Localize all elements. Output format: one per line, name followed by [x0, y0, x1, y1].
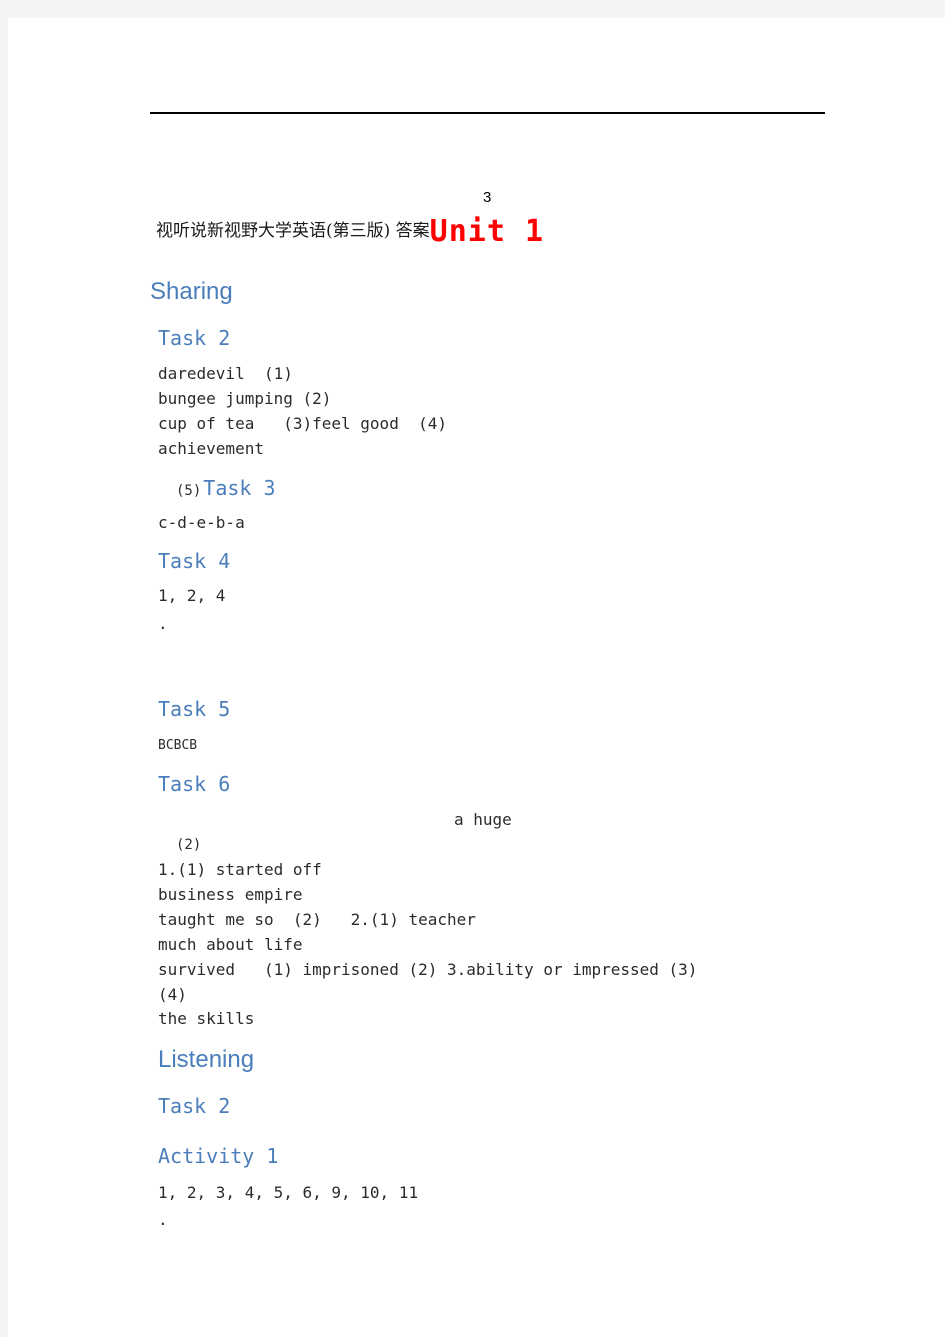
answer-line: achievement — [158, 439, 264, 458]
answer-line: . — [158, 1210, 168, 1229]
answer-line: a huge — [454, 810, 512, 829]
answer-line: taught me so (2) 2.(1) teacher — [158, 910, 476, 929]
answer-number-5: (5) — [176, 483, 202, 499]
answer-line: . — [158, 614, 168, 633]
answer-line: the skills — [158, 1009, 255, 1028]
answer-line: survived (1) imprisoned (2) 3.ability or… — [158, 960, 698, 979]
answer-line: much about life — [158, 935, 303, 954]
document-title-chinese: 视听说新视野大学英语(第三版) 答案 — [156, 221, 430, 241]
document-page: 3 视听说新视野大学英语(第三版) 答案Unit 1 Sharing Task … — [8, 18, 945, 1337]
answer-line: (4) — [158, 985, 187, 1004]
task-heading-task-3-row: (5) Task 3 — [176, 476, 276, 500]
document-title-unit: Unit 1 — [429, 214, 545, 249]
answer-line: 1, 2, 4 — [158, 586, 226, 605]
page-number: 3 — [483, 189, 492, 206]
answer-line: 1, 2, 3, 4, 5, 6, 9, 10, 11 — [158, 1183, 419, 1202]
answer-line: cup of tea (3)feel good (4) — [158, 414, 447, 433]
answer-line: 1.(1) started off — [158, 860, 322, 879]
task-heading-task-3: Task 3 — [203, 476, 276, 500]
answer-line: bungee jumping (2) — [158, 389, 332, 408]
header-divider-rule — [150, 112, 825, 114]
answer-line: business empire — [158, 885, 303, 904]
task-heading-task-4: Task 4 — [158, 549, 231, 573]
section-heading-listening: Listening — [158, 1046, 255, 1073]
task-heading-task-6: Task 6 — [158, 772, 231, 796]
task-heading-activity-1: Activity 1 — [158, 1144, 279, 1168]
task-heading-listening-task-2: Task 2 — [158, 1094, 231, 1118]
task-heading-task-2: Task 2 — [158, 326, 231, 350]
document-title-row: 视听说新视野大学英语(第三版) 答案Unit 1 — [156, 214, 544, 249]
answer-line: c-d-e-b-a — [158, 513, 245, 532]
task-heading-task-5: Task 5 — [158, 697, 231, 721]
answer-line: BCBCB — [158, 738, 198, 753]
answer-line: daredevil (1) — [158, 364, 293, 383]
answer-line: (2) — [176, 837, 202, 853]
section-heading-sharing: Sharing — [150, 278, 233, 305]
